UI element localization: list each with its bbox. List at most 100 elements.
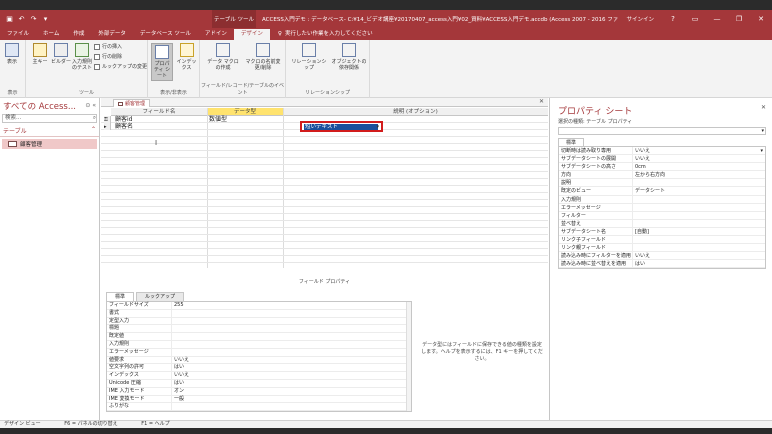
table-row[interactable]: [101, 235, 548, 242]
data-type-dropdown[interactable]: 短いテキスト ▾: [300, 121, 383, 132]
document-tab[interactable]: 顧客管理: [113, 99, 151, 107]
property-row[interactable]: 並べ替え: [559, 219, 765, 228]
property-row[interactable]: エラーメッセージ: [559, 203, 765, 212]
rename-macro-button[interactable]: マクロの名前変更/削除: [244, 43, 282, 71]
property-value[interactable]: [633, 244, 765, 251]
property-value[interactable]: いいえ: [633, 155, 765, 162]
property-row[interactable]: 入力規則: [107, 340, 411, 349]
property-row[interactable]: IME 変換モード 一般: [107, 395, 411, 404]
property-row[interactable]: 書式: [107, 309, 411, 318]
tab-design[interactable]: デザイン: [233, 29, 270, 40]
builder-button[interactable]: ビルダー: [51, 43, 71, 65]
chevron-down-icon[interactable]: ▾: [376, 124, 379, 130]
property-row[interactable]: ふりがな: [107, 403, 411, 412]
property-row[interactable]: 定型入力: [107, 317, 411, 326]
delete-rows-button[interactable]: 行の削除: [94, 53, 122, 60]
close-icon[interactable]: ✕: [761, 104, 766, 111]
table-row[interactable]: [101, 214, 548, 221]
nav-search-input[interactable]: 検索... ⌕: [2, 114, 97, 123]
test-rules-button[interactable]: 入力規則のテスト: [71, 43, 93, 71]
property-value[interactable]: [633, 220, 765, 227]
property-row[interactable]: リンク子フィールド: [559, 236, 765, 245]
table-row[interactable]: [101, 165, 548, 172]
redo-icon[interactable]: ↷: [30, 15, 37, 23]
property-value[interactable]: [633, 236, 765, 243]
field-design-grid[interactable]: フィールド名 データ型 説明 (オプション) ⚿ 顧客id 数値型 ▸ 顧客名: [101, 108, 548, 268]
signin-link[interactable]: サインイン: [618, 15, 662, 23]
table-row[interactable]: [101, 179, 548, 186]
tab-create[interactable]: 作成: [66, 29, 91, 40]
tab-database-tools[interactable]: データベース ツール: [133, 29, 198, 40]
property-row[interactable]: 読み込み時に並べ替えを適用 はい: [559, 260, 765, 269]
property-value[interactable]: データシート: [633, 187, 765, 194]
property-row[interactable]: 入力規則: [559, 195, 765, 204]
table-row[interactable]: [101, 221, 548, 228]
property-row[interactable]: 切断時は読み取り専用 いいえ ▾: [559, 147, 765, 156]
relationships-button[interactable]: リレーションシップ: [290, 43, 328, 71]
property-value[interactable]: はい: [172, 364, 411, 371]
table-row[interactable]: [101, 200, 548, 207]
nav-group-tables[interactable]: テーブル ⌃: [0, 125, 99, 137]
property-row[interactable]: フィールドサイズ 255: [107, 302, 411, 310]
indexes-button[interactable]: インデックス: [175, 43, 198, 71]
property-sheet-button[interactable]: プロパティ シート: [151, 43, 173, 81]
property-value[interactable]: オン: [172, 388, 411, 395]
row-selector[interactable]: ▸: [104, 123, 111, 130]
properties-scrollbar[interactable]: [406, 302, 411, 412]
field-name-cell[interactable]: 顧客id: [115, 116, 132, 123]
table-row[interactable]: [101, 137, 548, 144]
selection-combo[interactable]: ▾: [558, 127, 766, 135]
property-value[interactable]: [172, 403, 411, 410]
insert-rows-button[interactable]: 行の挿入: [94, 43, 122, 50]
table-row[interactable]: [101, 263, 548, 268]
nav-header[interactable]: すべての Access... ⊙ «: [0, 98, 99, 113]
property-row[interactable]: サブデータシート名 [自動]: [559, 227, 765, 237]
table-row[interactable]: [101, 242, 548, 249]
customize-qat-icon[interactable]: ▾: [42, 15, 49, 23]
property-row[interactable]: サブデータシートの高さ 0cm: [559, 163, 765, 172]
data-type-cell[interactable]: 数値型: [209, 116, 227, 123]
help-button[interactable]: ?: [662, 15, 684, 23]
property-row[interactable]: 既定値: [107, 333, 411, 341]
table-row[interactable]: [101, 144, 548, 151]
create-data-macro-button[interactable]: データ マクロの作成: [206, 43, 240, 71]
property-value[interactable]: [172, 318, 411, 325]
table-row[interactable]: [101, 256, 548, 263]
property-value[interactable]: はい: [172, 380, 411, 387]
property-value[interactable]: [172, 325, 411, 332]
field-name-cell[interactable]: 顧客名: [115, 123, 133, 130]
property-row[interactable]: サブデータシートの展開 いいえ: [559, 155, 765, 164]
property-row[interactable]: フィルター: [559, 211, 765, 220]
property-value[interactable]: [633, 179, 765, 186]
table-row[interactable]: [101, 193, 548, 200]
save-icon[interactable]: ▣: [6, 15, 13, 23]
property-row[interactable]: Unicode 圧縮 はい: [107, 379, 411, 388]
property-value[interactable]: [自動]: [633, 228, 765, 235]
property-row[interactable]: 既定のビュー データシート: [559, 187, 765, 196]
ribbon-display-icon[interactable]: ▭: [684, 15, 706, 23]
close-document-icon[interactable]: ✕: [539, 98, 544, 105]
table-row[interactable]: [101, 228, 548, 235]
chevron-down-icon[interactable]: ▾: [761, 128, 764, 135]
property-value[interactable]: 255: [172, 302, 411, 309]
property-row[interactable]: 値要求 いいえ: [107, 356, 411, 365]
table-row[interactable]: [101, 207, 548, 214]
property-row[interactable]: リンク親フィールド: [559, 244, 765, 253]
property-row[interactable]: 説明: [559, 179, 765, 188]
property-value[interactable]: いいえ: [172, 372, 411, 379]
restore-button[interactable]: ❐: [728, 15, 750, 23]
tell-me-box[interactable]: ♀ 実行したい作業を入力してください: [270, 29, 373, 40]
view-button[interactable]: 表示: [5, 43, 19, 65]
primary-key-button[interactable]: 主キー: [30, 43, 50, 65]
tab-file[interactable]: ファイル: [0, 29, 36, 40]
property-value[interactable]: [633, 196, 765, 203]
tab-addins[interactable]: アドイン: [198, 29, 234, 40]
property-row[interactable]: IME 入力モード オン: [107, 387, 411, 396]
table-row[interactable]: [101, 151, 548, 158]
property-row[interactable]: インデックス いいえ: [107, 372, 411, 380]
property-value[interactable]: はい: [633, 260, 765, 267]
undo-icon[interactable]: ↶: [18, 15, 25, 23]
chevron-down-icon[interactable]: ▾: [760, 147, 763, 154]
property-value[interactable]: [633, 204, 765, 211]
modify-lookups-button[interactable]: ルックアップの変更: [94, 63, 147, 70]
